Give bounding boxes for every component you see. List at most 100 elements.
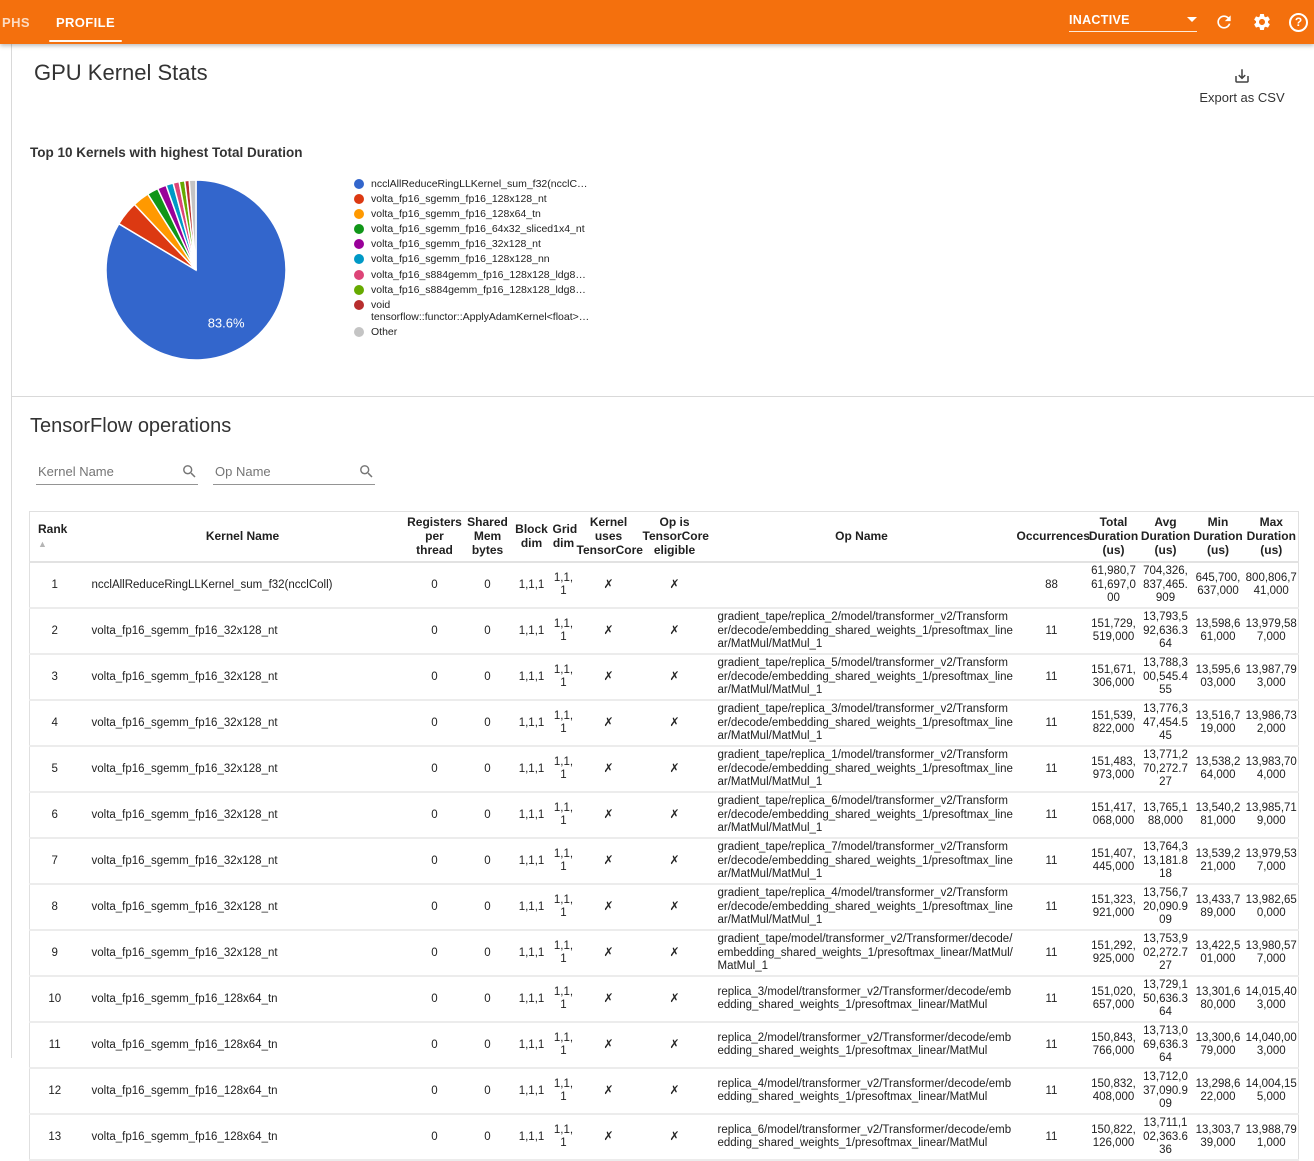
cell-grid-dim: 1,1,1 xyxy=(552,746,576,792)
column-header-op-name[interactable]: Op Name xyxy=(708,512,1016,563)
cell-shared-mem: 0 xyxy=(464,654,512,700)
cell-total-duration: 151,671,306,000 xyxy=(1088,654,1140,700)
page-title: GPU Kernel Stats xyxy=(34,60,1298,86)
column-header-block-dim[interactable]: Block dim xyxy=(512,512,552,563)
table-row: 10volta_fp16_sgemm_fp16_128x64_tn001,1,1… xyxy=(30,976,1299,1022)
cell-uses-tensorcore: ✗ xyxy=(576,838,642,884)
column-header-min-duration[interactable]: Min Duration (us) xyxy=(1192,512,1245,563)
column-header-shared-mem[interactable]: Shared Mem bytes xyxy=(464,512,512,563)
cell-op-name: gradient_tape/replica_5/model/transforme… xyxy=(708,654,1016,700)
cell-tensorcore-eligible: ✗ xyxy=(642,884,708,930)
cell-min-duration: 13,598,661,000 xyxy=(1192,608,1245,654)
column-header-avg-duration[interactable]: Avg Duration (us) xyxy=(1140,512,1192,563)
active-tab-indicator xyxy=(49,40,122,42)
kernel-name-filter-input[interactable] xyxy=(36,463,181,480)
cell-min-duration: 13,538,264,000 xyxy=(1192,746,1245,792)
cell-op-name: gradient_tape/replica_3/model/transforme… xyxy=(708,700,1016,746)
settings-button[interactable] xyxy=(1251,11,1273,33)
refresh-button[interactable] xyxy=(1213,11,1235,33)
cell-total-duration: 151,729,519,000 xyxy=(1088,608,1140,654)
legend-bullet-icon xyxy=(354,209,364,219)
table-row: 12volta_fp16_sgemm_fp16_128x64_tn001,1,1… xyxy=(30,1068,1299,1114)
cell-kernel-name: ncclAllReduceRingLLKernel_sum_f32(ncclCo… xyxy=(80,562,406,608)
column-header-rank[interactable]: Rank ▲ xyxy=(30,512,80,563)
cell-shared-mem: 0 xyxy=(464,792,512,838)
cell-max-duration: 14,040,003,000 xyxy=(1245,1022,1299,1068)
cell-block-dim: 1,1,1 xyxy=(512,838,552,884)
cell-shared-mem: 0 xyxy=(464,976,512,1022)
cell-op-name: gradient_tape/replica_7/model/transforme… xyxy=(708,838,1016,884)
cell-rank: 3 xyxy=(30,654,80,700)
cell-block-dim: 1,1,1 xyxy=(512,1068,552,1114)
chart-legend: ncclAllReduceRingLLKernel_sum_f32(ncclC…… xyxy=(354,174,586,364)
cell-tensorcore-eligible: ✗ xyxy=(642,562,708,608)
cell-tensorcore-eligible: ✗ xyxy=(642,700,708,746)
cell-min-duration: 13,540,281,000 xyxy=(1192,792,1245,838)
cell-avg-duration: 13,771,270,272.727 xyxy=(1140,746,1192,792)
cell-min-duration: 13,422,501,000 xyxy=(1192,930,1245,976)
op-name-field xyxy=(213,463,375,485)
cell-rank: 8 xyxy=(30,884,80,930)
legend-item: volta_fp16_sgemm_fp16_32x128_nt xyxy=(354,238,586,251)
cell-total-duration: 151,483,973,000 xyxy=(1088,746,1140,792)
cell-kernel-name: volta_fp16_sgemm_fp16_32x128_nt xyxy=(80,654,406,700)
export-csv-button[interactable]: Export as CSV xyxy=(1186,66,1298,106)
help-button[interactable]: ? xyxy=(1289,13,1308,32)
help-icon: ? xyxy=(1295,15,1302,29)
cell-grid-dim: 1,1,1 xyxy=(552,976,576,1022)
run-status-select[interactable]: INACTIVE xyxy=(1069,13,1197,32)
table-filters xyxy=(36,463,1314,485)
cell-avg-duration: 13,793,592,636.364 xyxy=(1140,608,1192,654)
kernel-name-field xyxy=(36,463,198,485)
legend-label: volta_fp16_sgemm_fp16_128x128_nt xyxy=(371,193,547,206)
cell-rank: 9 xyxy=(30,930,80,976)
cell-min-duration: 13,433,789,000 xyxy=(1192,884,1245,930)
cell-rank: 7 xyxy=(30,838,80,884)
op-name-filter-input[interactable] xyxy=(213,463,358,480)
table-row: 1ncclAllReduceRingLLKernel_sum_f32(ncclC… xyxy=(30,562,1299,608)
legend-item: volta_fp16_sgemm_fp16_128x64_tn xyxy=(354,208,586,221)
cell-shared-mem: 0 xyxy=(464,884,512,930)
legend-item: volta_fp16_sgemm_fp16_128x128_nn xyxy=(354,253,586,266)
column-header-max-duration[interactable]: Max Duration (us) xyxy=(1245,512,1299,563)
cell-uses-tensorcore: ✗ xyxy=(576,930,642,976)
legend-bullet-icon xyxy=(354,300,364,310)
column-header-kernel-name[interactable]: Kernel Name xyxy=(80,512,406,563)
cell-uses-tensorcore: ✗ xyxy=(576,1022,642,1068)
column-header-occurrences[interactable]: Occurrences xyxy=(1016,512,1088,563)
legend-label: void tensorflow::functor::ApplyAdamKerne… xyxy=(371,299,589,324)
cell-max-duration: 13,985,719,000 xyxy=(1245,792,1299,838)
tab-graphs-label: PHS xyxy=(2,15,30,30)
cell-kernel-name: volta_fp16_sgemm_fp16_32x128_nt xyxy=(80,746,406,792)
cell-occurrences: 11 xyxy=(1016,1114,1088,1160)
column-header-total-duration[interactable]: Total Duration (us) xyxy=(1088,512,1140,563)
column-header-tensorcore-eligible[interactable]: Op is TensorCore eligible xyxy=(642,512,708,563)
refresh-icon xyxy=(1214,12,1234,32)
cell-shared-mem: 0 xyxy=(464,700,512,746)
cell-tensorcore-eligible: ✗ xyxy=(642,976,708,1022)
cell-shared-mem: 0 xyxy=(464,1114,512,1160)
cell-kernel-name: volta_fp16_sgemm_fp16_32x128_nt xyxy=(80,884,406,930)
column-header-registers[interactable]: Registers per thread xyxy=(406,512,464,563)
cell-op-name: replica_6/model/transformer_v2/Transform… xyxy=(708,1114,1016,1160)
tab-graphs[interactable]: PHS xyxy=(0,0,43,44)
search-icon xyxy=(181,463,198,480)
cell-max-duration: 13,986,732,000 xyxy=(1245,700,1299,746)
table-header-row: Rank ▲ Kernel Name Registers per thread … xyxy=(30,512,1299,563)
cell-tensorcore-eligible: ✗ xyxy=(642,930,708,976)
app-toolbar: PHS PROFILE INACTIVE ? xyxy=(0,0,1314,44)
cell-uses-tensorcore: ✗ xyxy=(576,976,642,1022)
cell-grid-dim: 1,1,1 xyxy=(552,1114,576,1160)
column-header-grid-dim[interactable]: Grid dim xyxy=(552,512,576,563)
legend-bullet-icon xyxy=(354,179,364,189)
cell-max-duration: 800,806,741,000 xyxy=(1245,562,1299,608)
tab-profile[interactable]: PROFILE xyxy=(43,0,128,44)
cell-max-duration: 13,979,537,000 xyxy=(1245,838,1299,884)
column-header-uses-tensorcore[interactable]: Kernel uses TensorCore xyxy=(576,512,642,563)
cell-rank: 10 xyxy=(30,976,80,1022)
table-row: 3volta_fp16_sgemm_fp16_32x128_nt001,1,11… xyxy=(30,654,1299,700)
cell-total-duration: 150,822,126,000 xyxy=(1088,1114,1140,1160)
cell-total-duration: 151,407,445,000 xyxy=(1088,838,1140,884)
cell-occurrences: 11 xyxy=(1016,700,1088,746)
cell-registers: 0 xyxy=(406,746,464,792)
